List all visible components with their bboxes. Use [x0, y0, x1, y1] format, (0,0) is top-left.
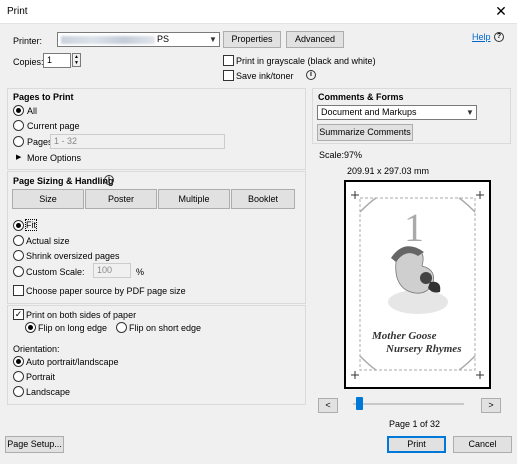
- preview-book-title-line1: Mother Goose: [372, 330, 437, 342]
- window-title: Print: [7, 6, 28, 17]
- long-edge-radio[interactable]: [25, 322, 36, 333]
- tab-poster[interactable]: Poster: [85, 189, 157, 209]
- all-pages-radio[interactable]: [13, 105, 24, 116]
- printer-name-redacted: [61, 35, 155, 44]
- info-icon[interactable]: i: [104, 175, 114, 185]
- expand-triangle-icon[interactable]: ▶: [16, 153, 21, 161]
- portrait-label: Portrait: [26, 372, 56, 382]
- cancel-button[interactable]: Cancel: [453, 436, 512, 453]
- page-slider-track[interactable]: [353, 403, 464, 405]
- copies-label: Copies:: [13, 57, 44, 67]
- short-edge-label: Flip on short edge: [129, 323, 202, 333]
- portrait-radio[interactable]: [13, 371, 24, 382]
- page-sizing-heading: Page Sizing & Handling: [13, 176, 114, 186]
- chevron-down-icon: ▼: [463, 106, 476, 119]
- preview-book-title-line2: Nursery Rhymes: [386, 343, 462, 355]
- both-sides-checkbox[interactable]: ✓: [13, 309, 24, 320]
- actual-size-label: Actual size: [26, 236, 70, 246]
- advanced-button[interactable]: Advanced: [286, 31, 344, 48]
- both-sides-label: Print on both sides of paper: [26, 310, 137, 320]
- save-ink-checkbox[interactable]: [223, 70, 234, 81]
- landscape-label: Landscape: [26, 387, 71, 397]
- pages-range-label: Pages: [27, 137, 53, 147]
- paper-source-label: Choose paper source by PDF page size: [26, 286, 186, 296]
- all-pages-label: All: [27, 106, 38, 116]
- help-icon[interactable]: ?: [494, 32, 504, 42]
- pages-to-print-heading: Pages to Print: [13, 92, 74, 102]
- close-icon[interactable]: ✕: [493, 3, 509, 19]
- shrink-radio[interactable]: [13, 250, 24, 261]
- long-edge-label: Flip on long edge: [38, 323, 108, 333]
- info-icon[interactable]: i: [306, 70, 316, 80]
- tab-booklet[interactable]: Booklet: [231, 189, 295, 209]
- pages-range-radio[interactable]: [13, 136, 24, 147]
- tab-size[interactable]: Size: [12, 189, 84, 209]
- current-page-radio[interactable]: [13, 120, 24, 131]
- tab-multiple[interactable]: Multiple: [158, 189, 230, 209]
- previous-page-button[interactable]: <: [318, 398, 338, 413]
- comments-forms-value: Document and Markups: [321, 107, 417, 117]
- pages-range-input[interactable]: 1 - 32: [50, 134, 225, 149]
- auto-orientation-radio[interactable]: [13, 356, 24, 367]
- shrink-label: Shrink oversized pages: [26, 251, 120, 261]
- actual-size-radio[interactable]: [13, 235, 24, 246]
- landscape-radio[interactable]: [13, 386, 24, 397]
- fit-label: Fit: [25, 219, 37, 231]
- custom-scale-unit: %: [136, 267, 145, 277]
- page-dimensions: 209.91 x 297.03 mm: [347, 166, 430, 176]
- summarize-comments-button[interactable]: Summarize Comments: [317, 124, 413, 141]
- orientation-heading: Orientation:: [13, 344, 60, 354]
- custom-scale-label: Custom Scale:: [26, 267, 85, 277]
- comments-forms-heading: Comments & Forms: [318, 92, 404, 102]
- print-button[interactable]: Print: [387, 436, 446, 453]
- page-indicator: Page 1 of 32: [389, 419, 441, 429]
- copies-stepper[interactable]: ▲ ▼: [72, 53, 81, 67]
- fit-radio[interactable]: [13, 220, 24, 231]
- next-page-button[interactable]: >: [481, 398, 501, 413]
- printer-select[interactable]: PS ▼: [57, 32, 220, 47]
- custom-scale-radio[interactable]: [13, 266, 24, 277]
- copies-input[interactable]: 1: [43, 53, 71, 68]
- page-setup-button[interactable]: Page Setup...: [5, 436, 64, 453]
- comments-forms-select[interactable]: Document and Markups ▼: [317, 105, 477, 120]
- help-link[interactable]: Help: [472, 32, 491, 42]
- preview-page-number: 1: [404, 205, 424, 250]
- more-options-label[interactable]: More Options: [27, 153, 81, 163]
- save-ink-label: Save ink/toner: [236, 71, 294, 81]
- page-slider-thumb[interactable]: [356, 397, 364, 410]
- grayscale-label: Print in grayscale (black and white): [236, 56, 376, 66]
- printer-select-value: PS: [157, 34, 170, 44]
- scale-value: 97%: [344, 150, 363, 160]
- custom-scale-input[interactable]: 100: [93, 263, 131, 278]
- printer-label: Printer:: [13, 36, 43, 46]
- scale-label: Scale:: [319, 150, 345, 160]
- grayscale-checkbox[interactable]: [223, 55, 234, 66]
- properties-button[interactable]: Properties: [223, 31, 281, 48]
- current-page-label: Current page: [27, 121, 80, 131]
- auto-orientation-label: Auto portrait/landscape: [26, 357, 119, 367]
- title-bar: Print ✕: [0, 0, 517, 24]
- chevron-down-icon: ▼: [206, 33, 219, 46]
- short-edge-radio[interactable]: [116, 322, 127, 333]
- print-preview-page: 1 Mother Goose Nursery Rhymes: [344, 180, 491, 389]
- paper-source-checkbox[interactable]: [13, 285, 24, 296]
